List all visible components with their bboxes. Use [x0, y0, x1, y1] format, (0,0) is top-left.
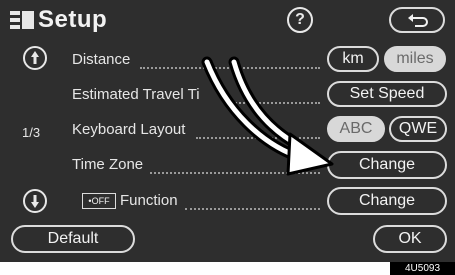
setup-screen: Setup ? 1/3 Distance km miles Estimated …	[0, 0, 455, 262]
callout-arrow	[201, 56, 334, 176]
figure-code: 4U5093	[390, 262, 455, 275]
